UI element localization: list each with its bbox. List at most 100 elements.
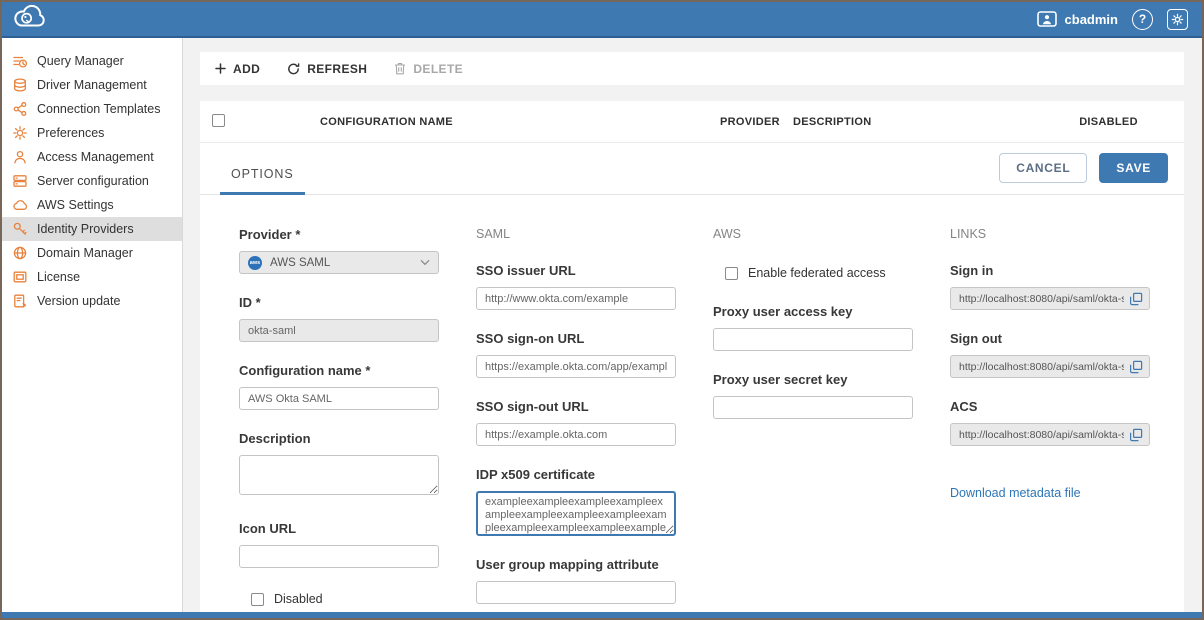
proxy-access-key-label: Proxy user access key [713, 304, 913, 319]
sidebar-item-version-update[interactable]: Version update [2, 289, 182, 313]
sidebar-label: Preferences [37, 126, 104, 140]
acs-label: ACS [950, 399, 1150, 414]
column-configuration-name: CONFIGURATION NAME [320, 116, 720, 128]
aws-provider-icon: aws [248, 256, 262, 270]
icon-url-field[interactable] [239, 545, 439, 568]
enable-federated-access-checkbox[interactable] [725, 267, 738, 280]
settings-gear-icon[interactable] [1167, 9, 1188, 30]
sidebar-item-server-configuration[interactable]: Server configuration [2, 169, 182, 193]
form-header: OPTIONS CANCEL SAVE [200, 143, 1184, 195]
sso-issuer-url-label: SSO issuer URL [476, 263, 676, 278]
sign-out-label: Sign out [950, 331, 1150, 346]
aws-section-header: AWS [713, 227, 913, 242]
sidebar-item-connection-templates[interactable]: Connection Templates [2, 97, 182, 121]
idp-x509-certificate-field[interactable]: exampleexampleexampleexampleexampleexamp… [476, 491, 676, 536]
sidebar-label: AWS Settings [37, 198, 114, 212]
sidebar-label: Access Management [37, 150, 154, 164]
database-icon [12, 77, 28, 93]
globe-icon [12, 245, 28, 261]
user-group-mapping-field[interactable] [476, 581, 676, 604]
username: cbadmin [1065, 12, 1118, 27]
proxy-secret-key-label: Proxy user secret key [713, 372, 913, 387]
column-disabled: DISABLED [1033, 116, 1184, 128]
disabled-checkbox[interactable] [251, 593, 264, 606]
bottom-status-bar [2, 612, 1202, 618]
sidebar-item-preferences[interactable]: Preferences [2, 121, 182, 145]
acs-link-field: http://localhost:8080/api/saml/okta-sa .… [950, 423, 1150, 446]
user-menu[interactable]: cbadmin [1037, 11, 1118, 27]
column-provider: PROVIDER [720, 116, 793, 128]
version-update-icon [12, 293, 28, 309]
license-icon [12, 269, 28, 285]
sso-sign-out-url-field[interactable] [476, 423, 676, 446]
general-column: Provider * aws AWS SAML ID * Configurati… [239, 227, 439, 612]
sidebar-label: Identity Providers [37, 222, 134, 236]
sso-issuer-url-field[interactable] [476, 287, 676, 310]
provider-label: Provider * [239, 227, 439, 242]
id-field[interactable] [239, 319, 439, 342]
sso-sign-on-url-label: SSO sign-on URL [476, 331, 676, 346]
cloud-icon [12, 197, 28, 213]
sidebar-item-driver-management[interactable]: Driver Management [2, 73, 182, 97]
refresh-icon [287, 62, 300, 75]
disabled-check-row: Disabled [239, 592, 439, 606]
download-metadata-link[interactable]: Download metadata file [950, 486, 1081, 500]
sidebar-item-license[interactable]: License [2, 265, 182, 289]
help-icon[interactable]: ? [1132, 9, 1153, 30]
delete-button[interactable]: DELETE [394, 62, 463, 76]
configuration-name-field[interactable] [239, 387, 439, 410]
sidebar-item-domain-manager[interactable]: Domain Manager [2, 241, 182, 265]
sidebar-item-aws-settings[interactable]: AWS Settings [2, 193, 182, 217]
saml-section-header: SAML [476, 227, 676, 242]
proxy-secret-key-field[interactable] [713, 396, 913, 419]
sidebar-label: Domain Manager [37, 246, 133, 260]
description-field[interactable] [239, 455, 439, 495]
copy-icon[interactable] [1129, 428, 1143, 442]
sso-sign-on-url-field[interactable] [476, 355, 676, 378]
cloudbeaver-logo-icon[interactable] [12, 4, 48, 35]
idp-x509-certificate-label: IDP x509 certificate [476, 467, 676, 482]
add-button[interactable]: ADD [215, 62, 260, 76]
cancel-button[interactable]: CANCEL [999, 153, 1087, 183]
query-manager-icon [12, 53, 28, 69]
server-icon [12, 173, 28, 189]
configuration-name-label: Configuration name * [239, 363, 439, 378]
sign-in-label: Sign in [950, 263, 1150, 278]
tab-options[interactable]: OPTIONS [220, 167, 305, 195]
gear-icon [12, 125, 28, 141]
app-window: cbadmin ? Query Manager Driver Managemen… [0, 0, 1204, 620]
sidebar-label: Version update [37, 294, 120, 308]
connection-templates-icon [12, 101, 28, 117]
sign-in-link-field: http://localhost:8080/api/saml/okta-sa .… [950, 287, 1150, 310]
main-area: ADD REFRESH DELETE CONFIGURATION NAME PR… [183, 38, 1202, 612]
save-button[interactable]: SAVE [1099, 153, 1168, 183]
provider-select[interactable]: aws AWS SAML [239, 251, 439, 274]
sidebar-label: Query Manager [37, 54, 124, 68]
plus-icon [215, 63, 226, 74]
saml-column: SAML SSO issuer URL SSO sign-on URL SSO … [476, 227, 676, 612]
user-icon [1037, 11, 1057, 27]
copy-icon[interactable] [1129, 292, 1143, 306]
admin-sidebar: Query Manager Driver Management Connecti… [2, 38, 183, 612]
chevron-down-icon [420, 259, 430, 266]
sidebar-item-identity-providers[interactable]: Identity Providers [2, 217, 182, 241]
user-group-mapping-label: User group mapping attribute [476, 557, 676, 572]
toolbar: ADD REFRESH DELETE [200, 52, 1184, 85]
sidebar-label: License [37, 270, 80, 284]
disabled-checkbox-label: Disabled [274, 592, 323, 606]
key-icon [12, 221, 28, 237]
sign-out-link-field: http://localhost:8080/api/saml/okta-sa .… [950, 355, 1150, 378]
sidebar-item-query-manager[interactable]: Query Manager [2, 49, 182, 73]
id-label: ID * [239, 295, 439, 310]
icon-url-label: Icon URL [239, 521, 439, 536]
sidebar-item-access-management[interactable]: Access Management [2, 145, 182, 169]
sidebar-label: Server configuration [37, 174, 149, 188]
select-all-checkbox[interactable] [212, 114, 225, 127]
copy-icon[interactable] [1129, 360, 1143, 374]
column-description: DESCRIPTION [793, 116, 1033, 128]
links-column: LINKS Sign in http://localhost:8080/api/… [950, 227, 1150, 612]
federated-access-row: Enable federated access [713, 266, 913, 280]
proxy-access-key-field[interactable] [713, 328, 913, 351]
links-section-header: LINKS [950, 227, 1150, 242]
refresh-button[interactable]: REFRESH [287, 62, 367, 76]
